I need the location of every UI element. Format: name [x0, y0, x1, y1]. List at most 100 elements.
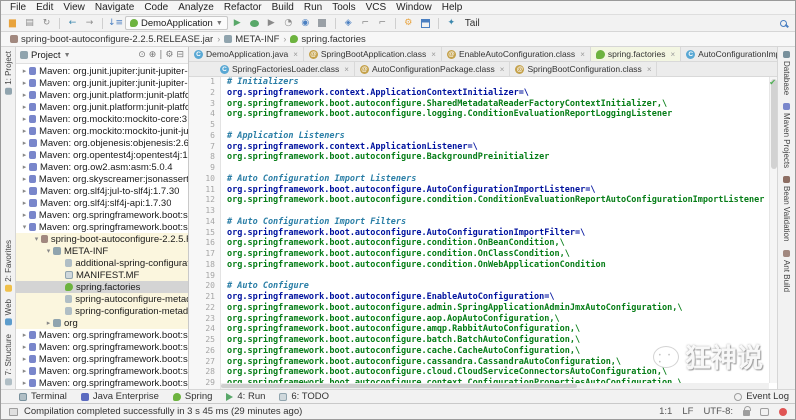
code-line-4[interactable]: org.springframework.boot.autoconfigure.l… — [227, 109, 777, 120]
chevron-right-icon[interactable]: ▸ — [20, 151, 29, 159]
line-number[interactable]: 21 — [189, 292, 215, 303]
console-right-icon[interactable]: ⌐ — [375, 17, 390, 30]
tree-item-maven-org-springframework-boot-spring-[interactable]: ▾Maven: org.springframework.boot:spring- — [16, 221, 188, 233]
line-number[interactable]: 16 — [189, 238, 215, 249]
tree-item-maven-org-springframework-boot-spring-[interactable]: ▸Maven: org.springframework.boot:spring- — [16, 353, 188, 365]
editor[interactable]: 1234567891011121314151617181920212223242… — [189, 77, 777, 389]
tree-item-spring-factories[interactable]: spring.factories — [16, 281, 188, 293]
chevron-right-icon[interactable]: ▸ — [44, 319, 53, 327]
profiler-icon[interactable]: ◔ — [281, 17, 296, 30]
line-number[interactable]: 14 — [189, 217, 215, 228]
project-panel-title[interactable]: Project ▼ — [20, 50, 71, 61]
code-line-14[interactable]: # Auto Configuration Import Filters — [227, 217, 777, 228]
chevron-right-icon[interactable]: ▸ — [20, 67, 29, 75]
tree-item-maven-org-springframework-boot-spring-[interactable]: ▸Maven: org.springframework.boot:spring- — [16, 377, 188, 389]
chevron-right-icon[interactable]: ▸ — [20, 139, 29, 147]
menu-tools[interactable]: Tools — [327, 2, 360, 13]
menu-code[interactable]: Code — [139, 2, 173, 13]
run-configuration-selector[interactable]: DemoApplication ▼ — [125, 16, 228, 30]
menu-view[interactable]: View — [58, 2, 90, 13]
code-line-23[interactable]: org.springframework.boot.autoconfigure.a… — [227, 314, 777, 325]
code-line-7[interactable]: org.springframework.context.ApplicationL… — [227, 142, 777, 153]
code-line-8[interactable]: org.springframework.boot.autoconfigure.B… — [227, 152, 777, 163]
line-number[interactable]: 17 — [189, 249, 215, 260]
coverage-shield-icon[interactable]: ◈ — [341, 17, 356, 30]
tree-item-manifest-mf[interactable]: MANIFEST.MF — [16, 269, 188, 281]
attach-debugger-icon[interactable]: ◉ — [298, 17, 313, 30]
tree-item-maven-org-springframework-boot-spring-[interactable]: ▸Maven: org.springframework.boot:spring- — [16, 365, 188, 377]
line-number[interactable]: 12 — [189, 195, 215, 206]
tree-item-maven-org-junit-jupiter-junit-jupiter-pa[interactable]: ▸Maven: org.junit.jupiter:junit-jupiter-… — [16, 77, 188, 89]
line-number[interactable]: 8 — [189, 152, 215, 163]
tab-autoconfigurationimportselector-class[interactable]: CAutoConfigurationImportSelector.class× — [681, 47, 777, 61]
code-line-9[interactable] — [227, 163, 777, 174]
toolwindow-spring-button[interactable]: Spring — [173, 391, 212, 402]
chevron-right-icon[interactable]: ▸ — [20, 187, 29, 195]
sync-icon[interactable]: ↻ — [39, 17, 54, 30]
menu-refactor[interactable]: Refactor — [219, 2, 267, 13]
breadcrumb-item[interactable]: META-INF — [221, 34, 282, 45]
back-icon[interactable]: ← — [65, 17, 80, 30]
chevron-right-icon[interactable]: ▸ — [20, 331, 29, 339]
indent-settings-icon[interactable] — [760, 408, 769, 416]
tab-springbootconfiguration-class[interactable]: @SpringBootConfiguration.class× — [510, 62, 657, 76]
toolwindow-run-button[interactable]: 4: Run — [226, 391, 265, 402]
tab-autoconfigurationpackage-class[interactable]: @AutoConfigurationPackage.class× — [355, 62, 511, 76]
tool-button--structure[interactable]: 7: Structure — [4, 330, 13, 389]
code-line-13[interactable] — [227, 206, 777, 217]
tool-button--project[interactable]: 1: Project — [4, 47, 13, 99]
line-number[interactable]: 23 — [189, 314, 215, 325]
tab-enableautoconfiguration-class[interactable]: @EnableAutoConfiguration.class× — [442, 47, 591, 61]
chevron-right-icon[interactable]: ▸ — [20, 175, 29, 183]
save-all-icon[interactable]: ▤ — [22, 17, 37, 30]
chevron-right-icon[interactable]: ▸ — [20, 211, 29, 219]
tool-button-ant-build[interactable]: Ant Build — [782, 246, 791, 296]
code-line-26[interactable]: org.springframework.boot.autoconfigure.c… — [227, 346, 777, 357]
line-number[interactable]: 20 — [189, 281, 215, 292]
notifications-icon[interactable] — [779, 408, 787, 416]
line-number[interactable]: 29 — [189, 378, 215, 389]
editor-code[interactable]: # Initializers org.springframework.contex… — [221, 77, 777, 389]
code-line-25[interactable]: org.springframework.boot.autoconfigure.b… — [227, 335, 777, 346]
tree-item-maven-org-junit-jupiter-junit-jupiter-en[interactable]: ▸Maven: org.junit.jupiter:junit-jupiter-… — [16, 65, 188, 77]
close-icon[interactable]: × — [580, 50, 585, 59]
toolwindow-terminal-button[interactable]: Terminal — [19, 391, 67, 402]
chevron-right-icon[interactable]: ▸ — [20, 355, 29, 363]
code-line-17[interactable]: org.springframework.boot.autoconfigure.c… — [227, 249, 777, 260]
code-line-20[interactable]: # Auto Configure — [227, 281, 777, 292]
tree-item-maven-org-mockito-mockito-junit-jupiter[interactable]: ▸Maven: org.mockito:mockito-junit-jupite… — [16, 125, 188, 137]
line-number[interactable]: 4 — [189, 109, 215, 120]
code-line-1[interactable]: # Initializers — [227, 77, 777, 88]
code-line-3[interactable]: org.springframework.boot.autoconfigure.S… — [227, 99, 777, 110]
forward-icon[interactable]: → — [82, 17, 97, 30]
settings-icon[interactable]: ⚙ — [165, 50, 173, 60]
line-number[interactable]: 19 — [189, 271, 215, 282]
line-number[interactable]: 13 — [189, 206, 215, 217]
close-icon[interactable]: × — [500, 65, 505, 74]
menu-edit[interactable]: Edit — [31, 2, 58, 13]
open-icon[interactable]: ▆ — [5, 17, 20, 30]
line-number[interactable]: 22 — [189, 303, 215, 314]
plugin-icon[interactable]: ✦ — [444, 17, 459, 30]
line-number[interactable]: 5 — [189, 120, 215, 131]
line-number[interactable]: 28 — [189, 367, 215, 378]
caret-position[interactable]: 1:1 — [659, 406, 672, 417]
line-number[interactable]: 15 — [189, 228, 215, 239]
code-line-27[interactable]: org.springframework.boot.autoconfigure.c… — [227, 357, 777, 368]
line-number[interactable]: 11 — [189, 185, 215, 196]
menu-analyze[interactable]: Analyze — [173, 2, 219, 13]
code-line-19[interactable] — [227, 271, 777, 282]
tree-item-maven-org-mockito-mockito-core-3-1-0[interactable]: ▸Maven: org.mockito:mockito-core:3.1.0 — [16, 113, 188, 125]
hide-panel-icon[interactable]: ⊟ — [176, 50, 184, 60]
tree-item-maven-org-slf4j-slf4j-api-1-7-30[interactable]: ▸Maven: org.slf4j:slf4j-api:1.7.30 — [16, 197, 188, 209]
run-icon[interactable]: ▶ — [230, 17, 245, 30]
tree-item-spring-autoconfigure-metadat[interactable]: spring-autoconfigure-metadat — [16, 293, 188, 305]
code-line-15[interactable]: org.springframework.boot.autoconfigure.A… — [227, 228, 777, 239]
code-line-21[interactable]: org.springframework.boot.autoconfigure.E… — [227, 292, 777, 303]
editor-horizontal-scrollbar[interactable] — [221, 383, 769, 389]
menu-help[interactable]: Help — [437, 2, 468, 13]
tab-spring-factories[interactable]: spring.factories× — [591, 47, 681, 61]
chevron-right-icon[interactable]: ▸ — [20, 79, 29, 87]
code-line-16[interactable]: org.springframework.boot.autoconfigure.c… — [227, 238, 777, 249]
close-icon[interactable]: × — [431, 50, 436, 59]
